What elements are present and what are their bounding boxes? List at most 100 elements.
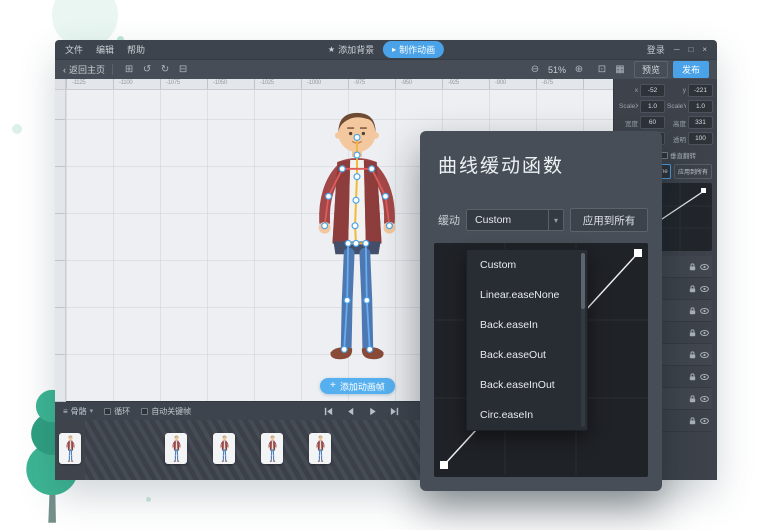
field-label-height: 高度: [667, 118, 686, 128]
zoom-out-icon[interactable]: ⊖: [528, 63, 542, 76]
loop-option[interactable]: 循环: [104, 406, 130, 417]
plus-icon: +: [330, 381, 336, 391]
keyframe-thumbnail[interactable]: [213, 433, 235, 464]
menu-edit[interactable]: 编辑: [96, 43, 114, 56]
ruler-label: -900: [495, 80, 506, 86]
easing-option-circ-easein[interactable]: Circ.easeIn: [467, 400, 587, 430]
next-frame-icon[interactable]: [389, 406, 400, 417]
keyframe-thumbnail[interactable]: [165, 433, 187, 464]
keyframe-thumbnail[interactable]: [309, 433, 331, 464]
character-rig[interactable]: [298, 106, 416, 371]
prev-frame-icon[interactable]: [345, 406, 356, 417]
easing-option-back-easeout[interactable]: Back.easeOut: [467, 340, 587, 370]
easing-options-list: Custom Linear.easeNone Back.easeIn Back.…: [466, 249, 588, 431]
easing-dropdown[interactable]: Custom ▾: [466, 209, 564, 231]
lock-icon[interactable]: [689, 351, 696, 359]
lock-icon[interactable]: [689, 329, 696, 337]
window-controls: 登录 ─ □ ×: [647, 43, 707, 56]
field-input-x[interactable]: -52: [640, 84, 665, 97]
auto-keyframe-label: 自动关键帧: [151, 406, 191, 417]
tab-add-background[interactable]: ★ 添加背景: [328, 43, 374, 56]
eye-icon[interactable]: [700, 330, 709, 336]
panel-apply-all-button[interactable]: 应用到所有: [674, 164, 712, 179]
chevron-down-icon: ▾: [548, 210, 563, 230]
preview-button[interactable]: 预览: [634, 61, 668, 78]
eye-icon[interactable]: [700, 352, 709, 358]
easing-option-back-easein[interactable]: Back.easeIn: [467, 310, 587, 340]
field-input-height[interactable]: 331: [688, 116, 713, 129]
login-button[interactable]: 登录: [647, 43, 665, 56]
lock-icon[interactable]: [689, 417, 696, 425]
flip-vertical-option[interactable]: 垂直翻转: [661, 150, 696, 160]
easing-option-back-easeinout[interactable]: Back.easeInOut: [467, 370, 587, 400]
ruler-label: -1075: [166, 80, 180, 86]
keyframe-thumbnail[interactable]: [261, 433, 283, 464]
panels-icon[interactable]: ▦: [613, 63, 627, 76]
lock-icon[interactable]: [689, 373, 696, 381]
add-animation-frame-button[interactable]: + 添加动画帧: [320, 378, 395, 394]
skip-start-icon[interactable]: [323, 406, 334, 417]
ruler-label: -975: [354, 80, 365, 86]
eye-icon[interactable]: [700, 286, 709, 292]
lock-icon[interactable]: [689, 285, 696, 293]
star-icon: ★: [328, 46, 335, 54]
add-animation-frame-label: 添加动画帧: [340, 380, 385, 393]
field-input-y[interactable]: -221: [688, 84, 713, 97]
decor-dot: [146, 497, 151, 502]
easing-option-custom[interactable]: Custom: [467, 250, 587, 280]
undo-icon[interactable]: ↺: [140, 63, 154, 76]
playback-controls: [323, 406, 400, 417]
chevron-left-icon: ‹: [63, 65, 66, 75]
scrollbar-thumb[interactable]: [581, 253, 585, 309]
ruler-label: -1000: [307, 80, 321, 86]
field-input-opacity[interactable]: 100: [688, 132, 713, 145]
lock-icon[interactable]: [689, 307, 696, 315]
fit-screen-icon[interactable]: ⊡: [595, 63, 609, 76]
remove-icon[interactable]: ⊟: [176, 63, 190, 76]
eye-icon[interactable]: [700, 308, 709, 314]
checkbox-icon: [104, 408, 111, 415]
redo-icon[interactable]: ↻: [158, 63, 172, 76]
layer-thumbnail[interactable]: [59, 433, 81, 464]
publish-button[interactable]: 发布: [673, 61, 709, 78]
eye-icon[interactable]: [700, 396, 709, 402]
scrollbar[interactable]: [581, 253, 585, 427]
chevron-down-icon: ▾: [90, 407, 94, 415]
grid-icon[interactable]: ⊞: [122, 63, 136, 76]
back-home-button[interactable]: ‹ 返回主页: [63, 63, 105, 76]
play-icon[interactable]: [367, 406, 378, 417]
eye-icon[interactable]: [700, 264, 709, 270]
field-input-width[interactable]: 60: [640, 116, 665, 129]
easing-label: 缓动: [438, 212, 460, 228]
close-icon[interactable]: ×: [702, 46, 707, 54]
lock-icon[interactable]: [689, 395, 696, 403]
mode-tabs: ★ 添加背景 ▸ 制作动画: [328, 41, 444, 58]
auto-keyframe-option[interactable]: 自动关键帧: [141, 406, 191, 417]
tab-make-animation-label: 制作动画: [399, 43, 435, 56]
ruler-label: -950: [401, 80, 412, 86]
field-input-scalex[interactable]: 1.0: [640, 100, 665, 113]
checkbox-icon: [141, 408, 148, 415]
menu-help[interactable]: 帮助: [127, 43, 145, 56]
bone-filter-dropdown[interactable]: ≡ 骨骼 ▾: [63, 406, 93, 417]
maximize-icon[interactable]: □: [688, 46, 693, 54]
easing-option-linear-easenone[interactable]: Linear.easeNone: [467, 280, 587, 310]
field-input-scaley[interactable]: 1.0: [688, 100, 713, 113]
easing-function-dialog: 曲线缓动函数 缓动 Custom ▾ 应用到所有 Custom Linear.e…: [420, 131, 662, 491]
flip-vertical-label: 垂直翻转: [670, 150, 696, 160]
menu-file[interactable]: 文件: [65, 43, 83, 56]
field-label-opacity: 透明: [667, 134, 686, 144]
zoom-in-icon[interactable]: ⊕: [572, 63, 586, 76]
minimize-icon[interactable]: ─: [674, 46, 680, 54]
ruler-corner: [55, 79, 66, 90]
loop-label: 循环: [114, 406, 130, 417]
eye-icon[interactable]: [700, 418, 709, 424]
dialog-easing-row: 缓动 Custom ▾ 应用到所有: [438, 209, 648, 231]
eye-icon[interactable]: [700, 374, 709, 380]
lock-icon[interactable]: [689, 263, 696, 271]
ruler-label: -1125: [72, 80, 85, 86]
apply-to-all-button[interactable]: 应用到所有: [570, 208, 648, 232]
ruler-label: -875: [542, 80, 553, 86]
ruler-top: -1125 -1100 -1075 -1050 -1025 -1000 -975…: [66, 79, 613, 90]
tab-make-animation[interactable]: ▸ 制作动画: [383, 41, 444, 58]
